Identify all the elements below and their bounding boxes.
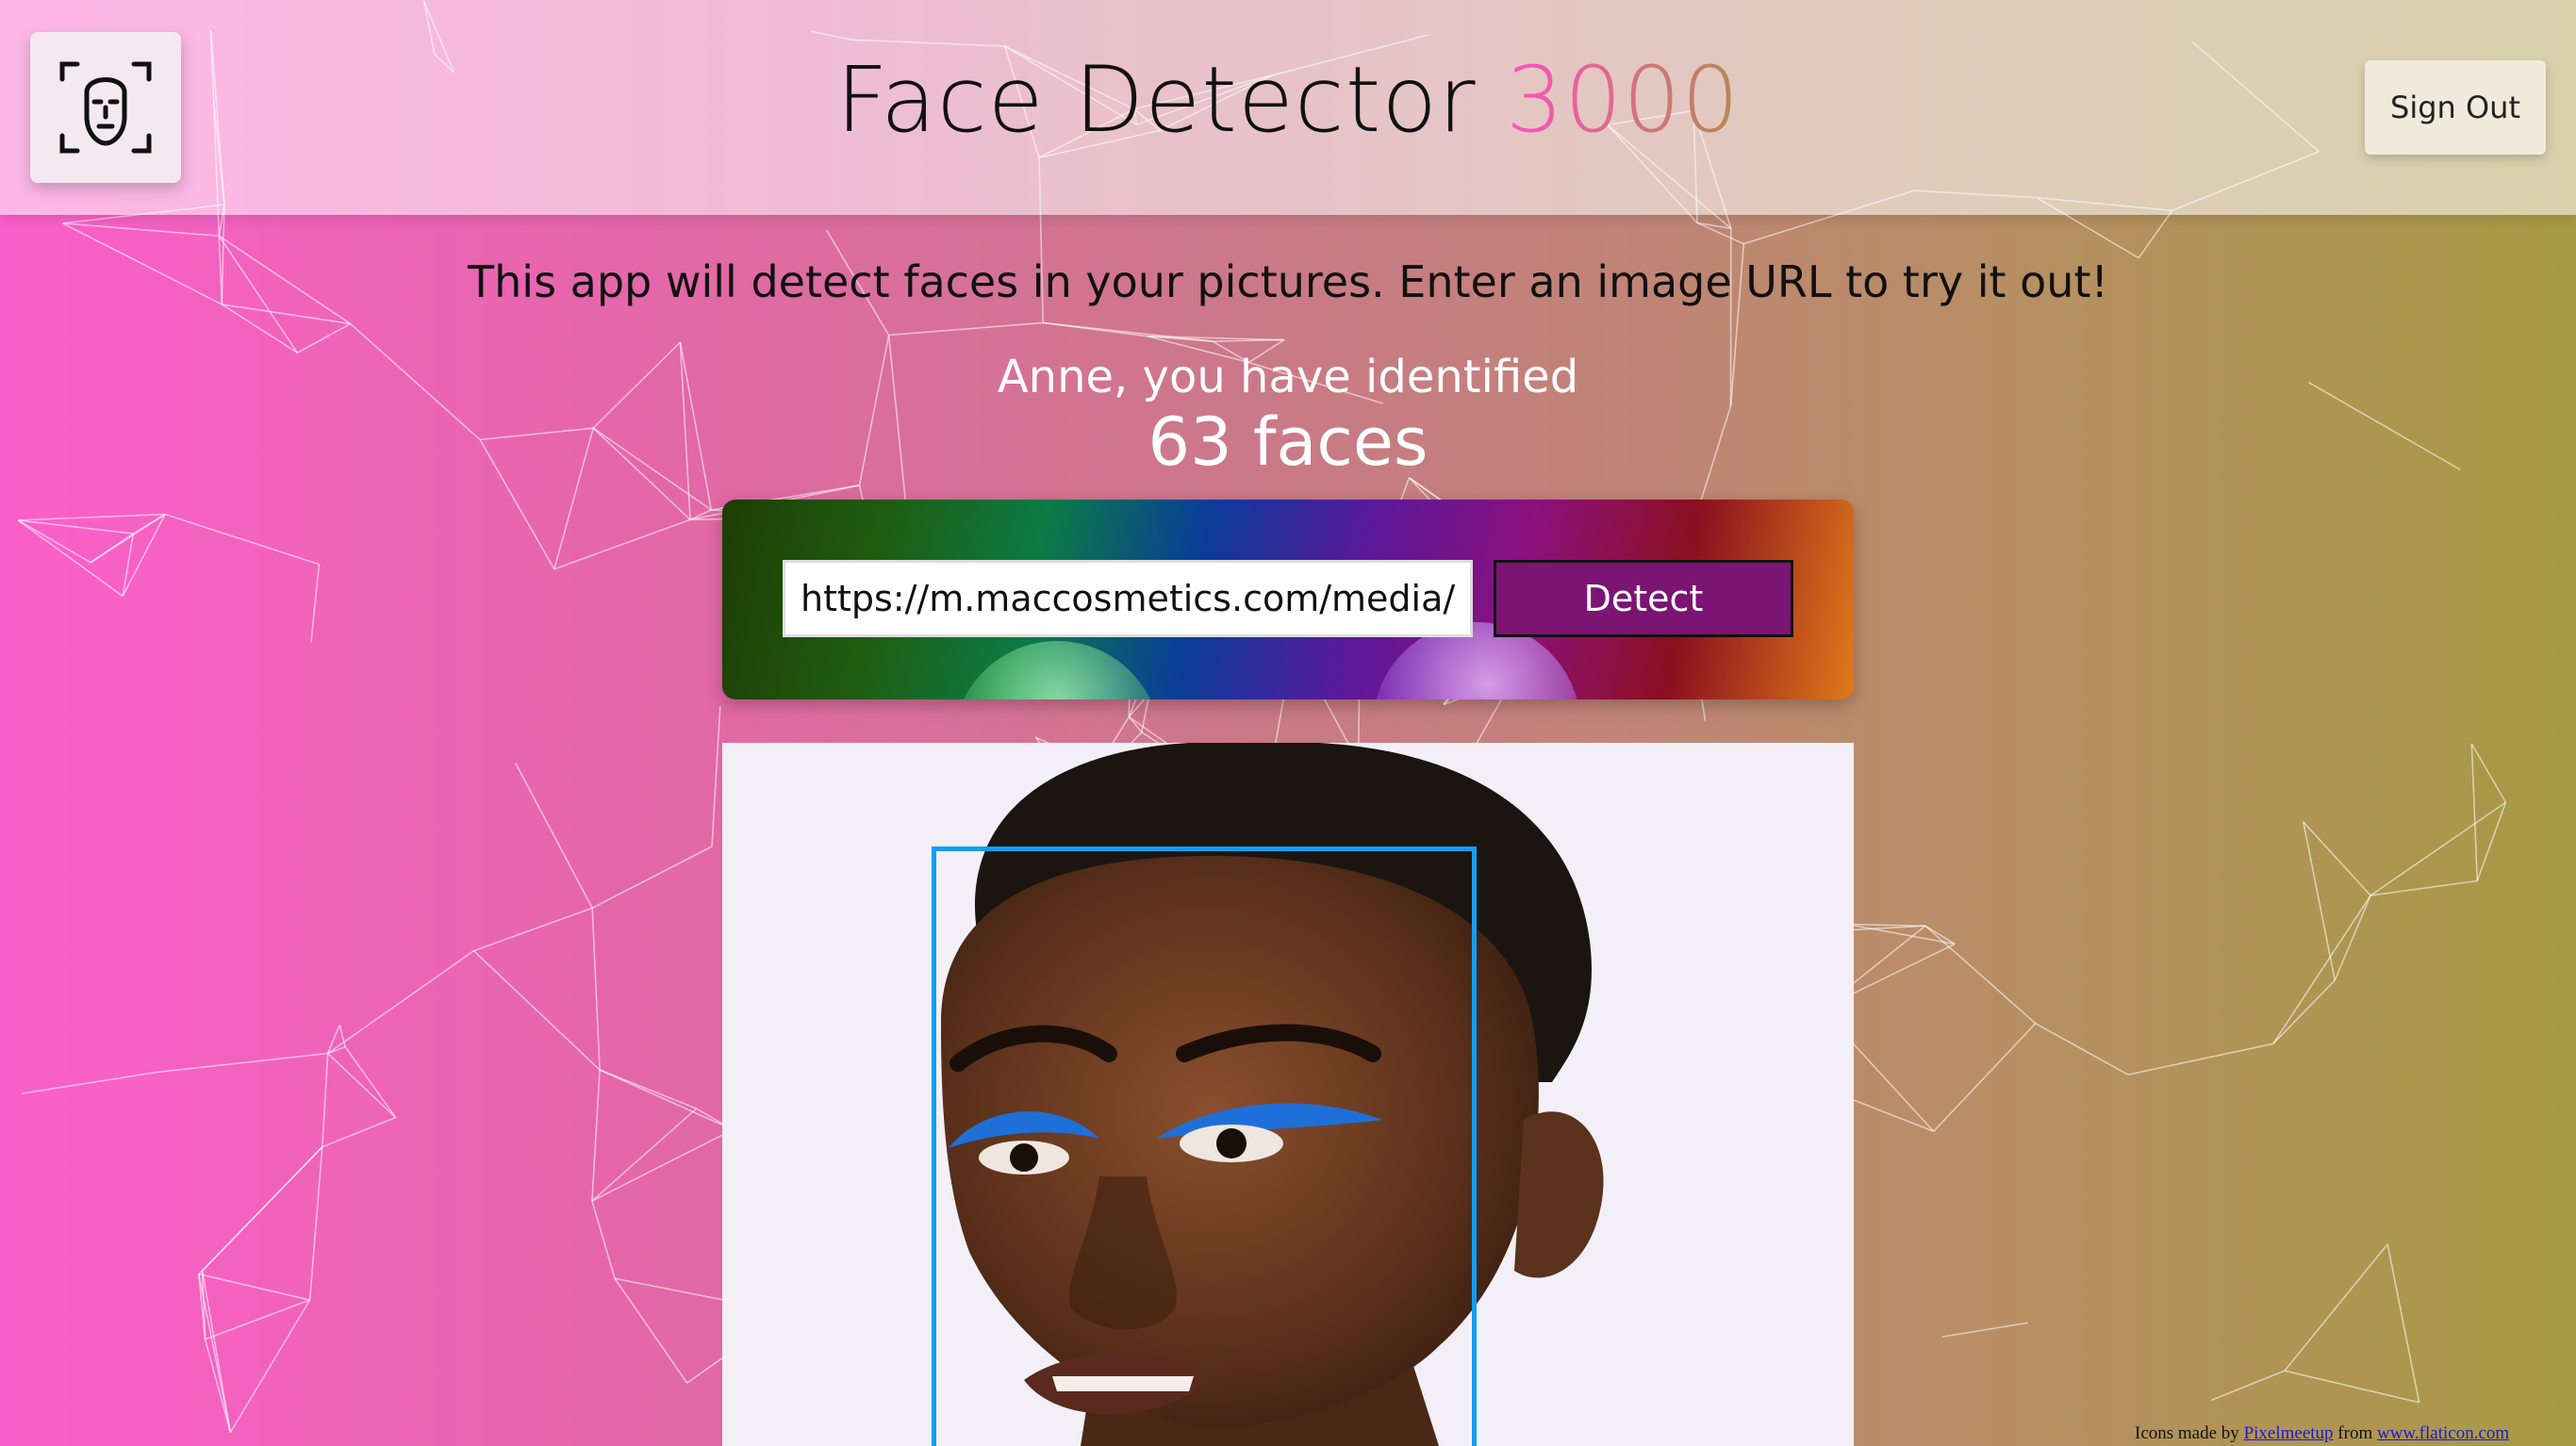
app-title: Face Detector 3000 xyxy=(0,47,2576,153)
rank-text: Anne, you have identified xyxy=(997,351,1579,403)
result-image-container xyxy=(722,743,1854,1446)
credit-middle: from xyxy=(2337,1423,2373,1443)
credit-site-link[interactable]: www.flaticon.com xyxy=(2377,1423,2509,1443)
sign-out-button[interactable]: Sign Out xyxy=(2365,60,2546,155)
credit-author-link[interactable]: Pixelmeetup xyxy=(2244,1423,2334,1443)
image-url-input[interactable] xyxy=(783,560,1473,637)
face-count: 63 faces xyxy=(1148,403,1428,481)
app-title-accent: 3000 xyxy=(1506,47,1741,153)
intro-text: This app will detect faces in your pictu… xyxy=(468,256,2108,307)
decorative-bubble xyxy=(953,641,1161,699)
credit-prefix: Icons made by xyxy=(2135,1423,2239,1443)
detect-button[interactable]: Detect xyxy=(1494,560,1793,637)
icon-credit: Icons made by Pixelmeetup from www.flati… xyxy=(2135,1423,2576,1444)
navbar: Face Detector 3000 Sign Out xyxy=(0,0,2576,215)
app-title-main: Face Detector xyxy=(835,47,1477,153)
face-bounding-box xyxy=(932,846,1477,1446)
image-url-form: Detect xyxy=(722,500,1854,699)
